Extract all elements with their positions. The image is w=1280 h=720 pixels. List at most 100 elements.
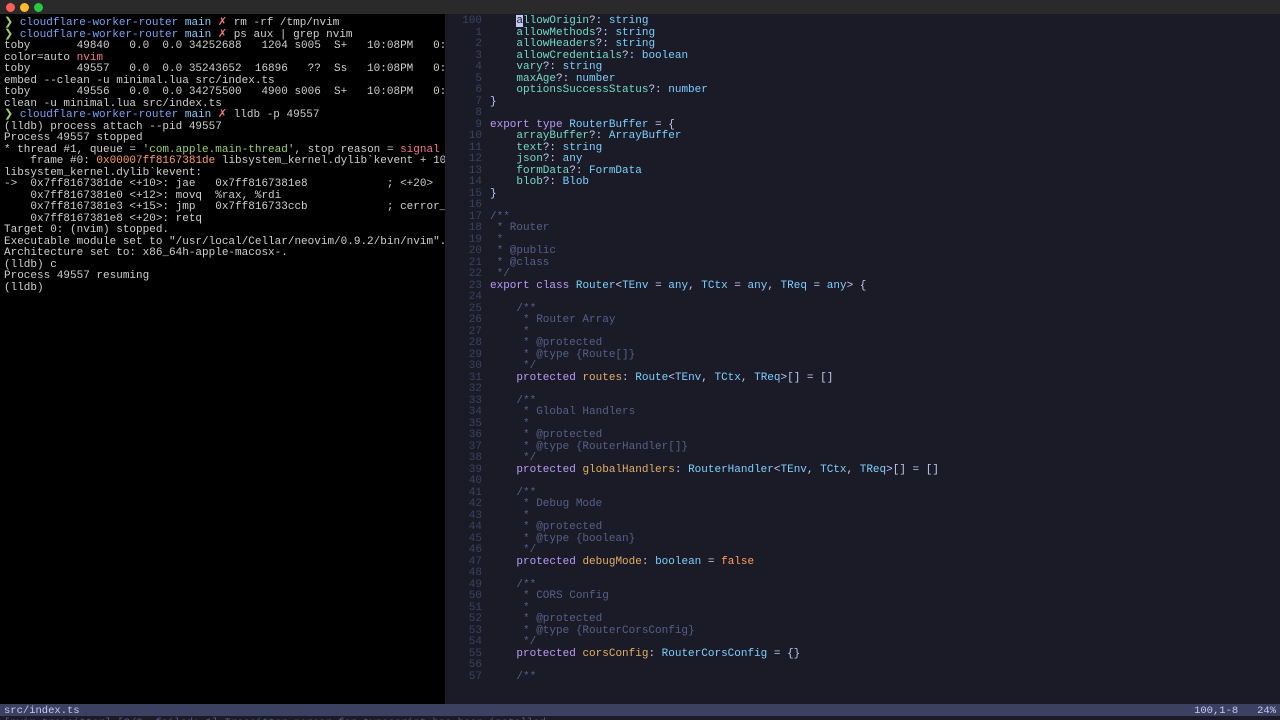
maximize-icon[interactable] <box>34 3 43 12</box>
code-line[interactable]: export class Router<TEnv = any, TCtx = a… <box>490 279 1274 291</box>
code-line[interactable]: export type RouterBuffer = { <box>490 118 1274 130</box>
code-line[interactable]: * <box>490 601 1274 613</box>
line-number: 33 <box>445 394 482 406</box>
code-line[interactable]: * Router Array <box>490 313 1274 325</box>
line-number: 47 <box>445 555 482 567</box>
terminal-line: Process 49557 resuming <box>4 269 441 281</box>
code-line[interactable]: /** <box>490 394 1274 406</box>
code-line[interactable]: json?: any <box>490 152 1274 164</box>
code-line[interactable]: /** <box>490 670 1274 682</box>
code-line[interactable]: allowOrigin?: string <box>490 14 1274 26</box>
terminal-pane[interactable]: ❯ cloudflare-worker-router main ✗ rm -rf… <box>0 14 445 704</box>
code-line[interactable]: /** <box>490 302 1274 314</box>
code-line[interactable]: * @protected <box>490 612 1274 624</box>
terminal-line: clean -u minimal.lua src/index.ts <box>4 97 441 109</box>
code-line[interactable]: * @class <box>490 256 1274 268</box>
code-line[interactable]: arrayBuffer?: ArrayBuffer <box>490 129 1274 141</box>
line-number: 36 <box>445 428 482 440</box>
line-number: 52 <box>445 612 482 624</box>
code-line[interactable]: * @type {RouterCorsConfig} <box>490 624 1274 636</box>
code-line[interactable]: } <box>490 95 1274 107</box>
line-number: 20 <box>445 244 482 256</box>
code-line[interactable]: protected globalHandlers: RouterHandler<… <box>490 463 1274 475</box>
line-number: 7 <box>445 95 482 107</box>
line-number: 50 <box>445 589 482 601</box>
code-line[interactable]: * @protected <box>490 336 1274 348</box>
minimize-icon[interactable] <box>20 3 29 12</box>
terminal-line: embed --clean -u minimal.lua src/index.t… <box>4 74 441 86</box>
line-number: 32 <box>445 382 482 394</box>
code-line[interactable]: * Global Handlers <box>490 405 1274 417</box>
terminal-line: toby 49840 0.0 0.0 34252688 1204 s005 S+… <box>4 39 441 51</box>
code-line[interactable]: * @public <box>490 244 1274 256</box>
line-number: 55 <box>445 647 482 659</box>
code-line[interactable] <box>490 198 1274 210</box>
code-line[interactable]: * @type {boolean} <box>490 532 1274 544</box>
line-number: 12 <box>445 152 482 164</box>
code-line[interactable]: * Router <box>490 221 1274 233</box>
code-line[interactable]: * @type {RouterHandler[]} <box>490 440 1274 452</box>
terminal-line: (lldb) <box>4 281 441 293</box>
close-icon[interactable] <box>6 3 15 12</box>
code-line[interactable]: allowHeaders?: string <box>490 37 1274 49</box>
line-number: 38 <box>445 451 482 463</box>
code-line[interactable]: /** <box>490 210 1274 222</box>
code-line[interactable]: * <box>490 509 1274 521</box>
line-number: 8 <box>445 106 482 118</box>
code-line[interactable]: * @protected <box>490 520 1274 532</box>
line-number: 57 <box>445 670 482 682</box>
code-line[interactable]: protected corsConfig: RouterCorsConfig =… <box>490 647 1274 659</box>
code-line[interactable]: * @protected <box>490 428 1274 440</box>
line-number: 53 <box>445 624 482 636</box>
code-line[interactable]: formData?: FormData <box>490 164 1274 176</box>
terminal-line: (lldb) process attach --pid 49557 <box>4 120 441 132</box>
code-line[interactable]: * Debug Mode <box>490 497 1274 509</box>
line-number: 56 <box>445 658 482 670</box>
code-line[interactable]: optionsSuccessStatus?: number <box>490 83 1274 95</box>
code-line[interactable]: /** <box>490 578 1274 590</box>
code-line[interactable]: * CORS Config <box>490 589 1274 601</box>
line-number: 17 <box>445 210 482 222</box>
line-number: 100 <box>445 14 482 26</box>
code-line[interactable]: * <box>490 417 1274 429</box>
editor-pane[interactable]: 1001234567891011121314151617181920212223… <box>445 14 1280 704</box>
line-number: 21 <box>445 256 482 268</box>
line-number: 49 <box>445 578 482 590</box>
code-line[interactable]: protected routes: Route<TEnv, TCtx, TReq… <box>490 371 1274 383</box>
code-line[interactable]: /** <box>490 486 1274 498</box>
code-line[interactable] <box>490 106 1274 118</box>
line-number: 1 <box>445 26 482 38</box>
line-number: 54 <box>445 635 482 647</box>
code-line[interactable]: protected debugMode: boolean = false <box>490 555 1274 567</box>
line-number: 14 <box>445 175 482 187</box>
code-line[interactable]: text?: string <box>490 141 1274 153</box>
line-number: 44 <box>445 520 482 532</box>
terminal-line: Target 0: (nvim) stopped. <box>4 223 441 235</box>
terminal-line: 0x7ff8167381e0 <+12>: movq %rax, %rdi <box>4 189 441 201</box>
code-line[interactable]: * <box>490 233 1274 245</box>
line-number: 35 <box>445 417 482 429</box>
line-number: 10 <box>445 129 482 141</box>
line-number: 40 <box>445 474 482 486</box>
line-number: 26 <box>445 313 482 325</box>
code-line[interactable]: * @type {Route[]} <box>490 348 1274 360</box>
terminal-line: 0x7ff8167381e8 <+20>: retq <box>4 212 441 224</box>
code-line[interactable]: allowCredentials?: boolean <box>490 49 1274 61</box>
line-number: 3 <box>445 49 482 61</box>
code-line[interactable]: } <box>490 187 1274 199</box>
terminal-line: libsystem_kernel.dylib`kevent: <box>4 166 441 178</box>
code-line[interactable]: maxAge?: number <box>490 72 1274 84</box>
code-line[interactable]: * <box>490 325 1274 337</box>
terminal-line: toby 49556 0.0 0.0 34275500 4900 s006 S+… <box>4 85 441 97</box>
code-line[interactable]: */ <box>490 267 1274 279</box>
line-number: 31 <box>445 371 482 383</box>
line-number: 19 <box>445 233 482 245</box>
terminal-line: frame #0: 0x00007ff8167381de libsystem_k… <box>4 154 441 166</box>
code-area[interactable]: allowOrigin?: string allowMethods?: stri… <box>490 14 1280 704</box>
line-number: 23 <box>445 279 482 291</box>
line-gutter: 1001234567891011121314151617181920212223… <box>445 14 490 704</box>
line-number: 51 <box>445 601 482 613</box>
line-number: 22 <box>445 267 482 279</box>
code-line[interactable]: allowMethods?: string <box>490 26 1274 38</box>
line-number: 16 <box>445 198 482 210</box>
